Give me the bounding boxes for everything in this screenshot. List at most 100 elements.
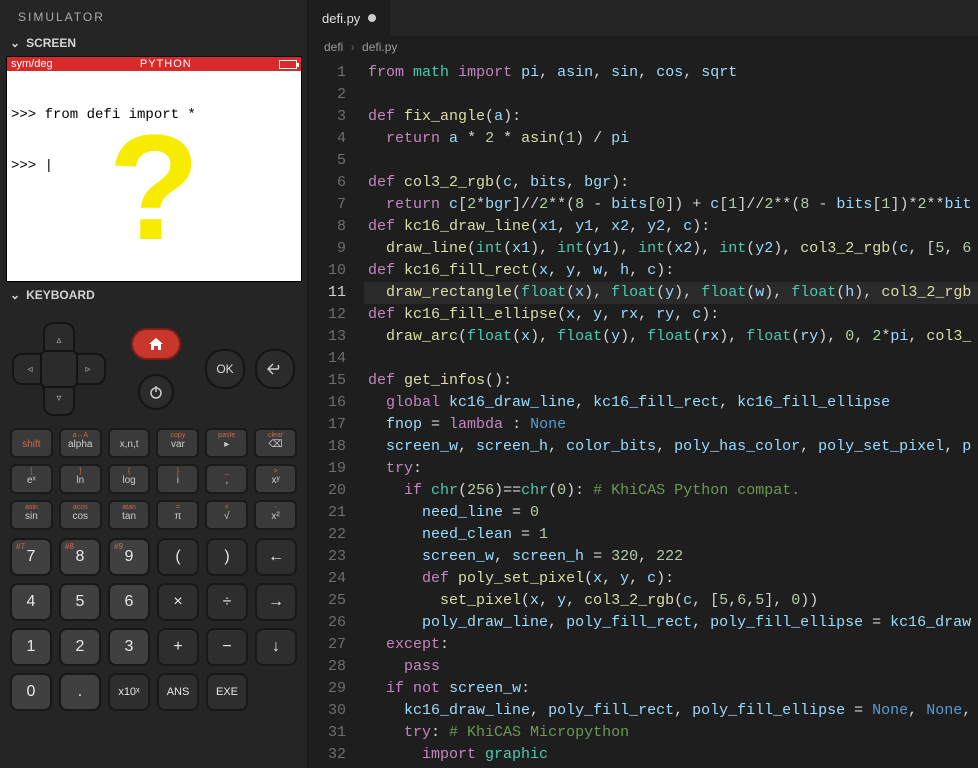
- code-line[interactable]: def col3_2_rgb(c, bits, bgr):: [364, 172, 978, 194]
- screen-section-header[interactable]: ⌄ SCREEN: [0, 30, 307, 56]
- num-key-_[interactable]: ↓: [255, 628, 297, 666]
- code-line[interactable]: try: # KhiCAS Micropython: [364, 722, 978, 744]
- num-key-_[interactable]: ): [206, 538, 248, 576]
- line-number: 8: [308, 216, 346, 238]
- code-line[interactable]: screen_w, screen_h, color_bits, poly_has…: [364, 436, 978, 458]
- question-mark-icon: ?: [108, 127, 200, 247]
- func-key-[interactable]: paste▸: [205, 428, 248, 458]
- code-line[interactable]: fnop = lambda : None: [364, 414, 978, 436]
- num-key-x10_[interactable]: x10ˣ: [108, 673, 150, 711]
- home-button[interactable]: [131, 328, 181, 360]
- code-line[interactable]: [364, 84, 978, 106]
- func-key-[interactable]: =π: [156, 500, 199, 530]
- code-line[interactable]: def kc16_fill_rect(x, y, w, h, c):: [364, 260, 978, 282]
- code-line[interactable]: set_pixel(x, y, col3_2_rgb(c, [5,6,5], 0…: [364, 590, 978, 612]
- dpad-center[interactable]: [40, 350, 78, 388]
- func-key-var[interactable]: copyvar: [156, 428, 199, 458]
- num-key-2[interactable]: 2: [59, 628, 101, 666]
- code-line[interactable]: [364, 348, 978, 370]
- keyboard-section-header[interactable]: ⌄ KEYBOARD: [0, 282, 307, 308]
- num-key-_[interactable]: +: [157, 628, 199, 666]
- simulator-panel: SIMULATOR ⌄ SCREEN sym/deg PYTHON >>> fr…: [0, 0, 308, 768]
- line-number: 26: [308, 612, 346, 634]
- num-key-_[interactable]: ÷: [206, 583, 248, 621]
- num-key-0[interactable]: 0: [10, 673, 52, 711]
- func-key-i[interactable]: }i: [156, 464, 199, 494]
- num-key-_[interactable]: ←: [255, 538, 297, 576]
- code-line[interactable]: def get_infos():: [364, 370, 978, 392]
- code-line[interactable]: return c[2*bgr]//2**(8 - bits[0]) + c[1]…: [364, 194, 978, 216]
- num-key-_[interactable]: −: [206, 628, 248, 666]
- num-key-_[interactable]: ×: [157, 583, 199, 621]
- num-key-5[interactable]: 5: [59, 583, 101, 621]
- code-line[interactable]: def kc16_fill_ellipse(x, y, rx, ry, c):: [364, 304, 978, 326]
- back-button[interactable]: [255, 349, 295, 389]
- code-line[interactable]: except:: [364, 634, 978, 656]
- num-key-3[interactable]: 3: [108, 628, 150, 666]
- code-line[interactable]: def poly_set_pixel(x, y, c):: [364, 568, 978, 590]
- code-line[interactable]: from math import pi, asin, sin, cos, sqr…: [364, 62, 978, 84]
- line-number: 18: [308, 436, 346, 458]
- code-line[interactable]: def fix_angle(a):: [364, 106, 978, 128]
- power-button[interactable]: [138, 374, 174, 410]
- ok-button[interactable]: OK: [205, 349, 245, 389]
- func-key-cos[interactable]: acoscos: [59, 500, 102, 530]
- num-key-6[interactable]: 6: [108, 583, 150, 621]
- func-key-x[interactable]: -x²: [254, 500, 297, 530]
- code-line[interactable]: import graphic: [364, 744, 978, 766]
- num-key-1[interactable]: 1: [10, 628, 52, 666]
- func-key-shift[interactable]: shift: [10, 428, 53, 458]
- num-key-9[interactable]: #99: [108, 538, 150, 576]
- num-key-_[interactable]: (: [157, 538, 199, 576]
- num-key-7[interactable]: #77: [10, 538, 52, 576]
- num-key-_[interactable]: .: [59, 673, 101, 711]
- func-key-[interactable]: _ ,: [205, 464, 248, 494]
- num-key-ANS[interactable]: ANS: [157, 673, 199, 711]
- code-line[interactable]: [364, 150, 978, 172]
- num-key-_[interactable]: →: [255, 583, 297, 621]
- func-key-log[interactable]: {log: [108, 464, 151, 494]
- code-line[interactable]: draw_line(int(x1), int(y1), int(x2), int…: [364, 238, 978, 260]
- code-line[interactable]: kc16_draw_line, poly_fill_rect, poly_fil…: [364, 700, 978, 722]
- code-line[interactable]: if chr(256)==chr(0): # KhiCAS Python com…: [364, 480, 978, 502]
- chevron-right-icon: ›: [351, 40, 355, 54]
- code-line[interactable]: need_clean = 1: [364, 524, 978, 546]
- code-line[interactable]: if not screen_w:: [364, 678, 978, 700]
- func-key-e[interactable]: [eˣ: [10, 464, 53, 494]
- tab-defi-py[interactable]: defi.py: [308, 0, 391, 36]
- line-number: 32: [308, 744, 346, 766]
- func-key-sin[interactable]: asinsin: [10, 500, 53, 530]
- line-number: 11: [308, 282, 346, 304]
- func-key-[interactable]: <√: [205, 500, 248, 530]
- code-area[interactable]: 1234567891011121314151617181920212223242…: [308, 58, 978, 768]
- code-line[interactable]: need_line = 0: [364, 502, 978, 524]
- code-line[interactable]: def kc16_draw_line(x1, y1, x2, y2, c):: [364, 216, 978, 238]
- code-content[interactable]: from math import pi, asin, sin, cos, sqr…: [364, 58, 978, 768]
- line-number: 28: [308, 656, 346, 678]
- func-key-tan[interactable]: atantan: [108, 500, 151, 530]
- code-line[interactable]: return a * 2 * asin(1) / pi: [364, 128, 978, 150]
- code-line[interactable]: try:: [364, 458, 978, 480]
- line-number: 12: [308, 304, 346, 326]
- line-number: 20: [308, 480, 346, 502]
- battery-icon: [279, 60, 297, 69]
- line-number: 5: [308, 150, 346, 172]
- code-line[interactable]: poly_draw_line, poly_fill_rect, poly_fil…: [364, 612, 978, 634]
- code-line[interactable]: draw_rectangle(float(x), float(y), float…: [364, 282, 978, 304]
- func-key-[interactable]: clear⌫: [254, 428, 297, 458]
- code-line[interactable]: screen_w, screen_h = 320, 222: [364, 546, 978, 568]
- num-key-8[interactable]: #88: [59, 538, 101, 576]
- func-key-x[interactable]: >xʸ: [254, 464, 297, 494]
- code-line[interactable]: draw_arc(float(x), float(y), float(rx), …: [364, 326, 978, 348]
- code-line[interactable]: pass: [364, 656, 978, 678]
- num-key-4[interactable]: 4: [10, 583, 52, 621]
- breadcrumb[interactable]: defi › defi.py: [308, 36, 978, 58]
- line-gutter: 1234567891011121314151617181920212223242…: [308, 58, 364, 768]
- line-number: 21: [308, 502, 346, 524]
- line-number: 4: [308, 128, 346, 150]
- func-key-alpha[interactable]: a↔Aalpha: [59, 428, 102, 458]
- code-line[interactable]: global kc16_draw_line, kc16_fill_rect, k…: [364, 392, 978, 414]
- func-key-xnt[interactable]: x,n,t: [108, 428, 151, 458]
- func-key-ln[interactable]: ]ln: [59, 464, 102, 494]
- num-key-EXE[interactable]: EXE: [206, 673, 248, 711]
